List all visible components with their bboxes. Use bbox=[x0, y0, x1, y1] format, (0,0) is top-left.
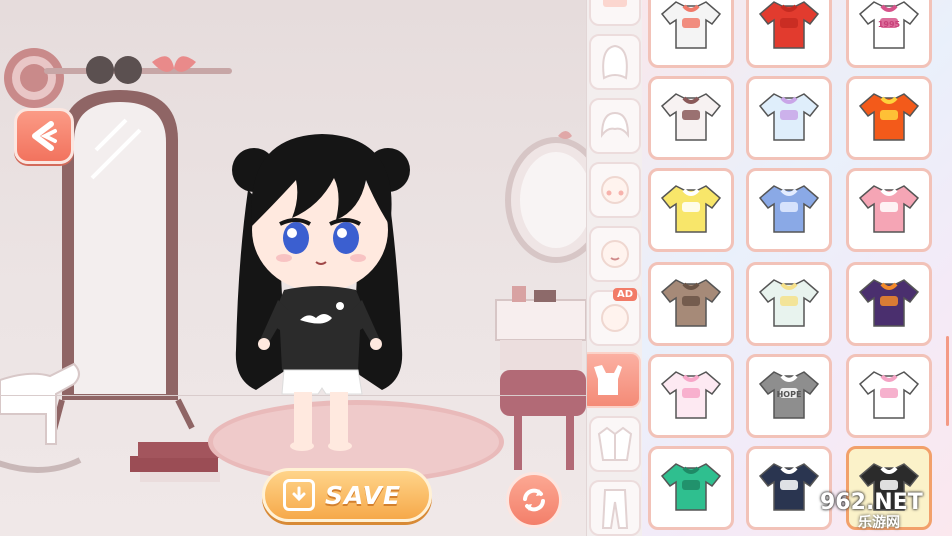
tab-jacket[interactable] bbox=[589, 416, 641, 472]
hair-back-icon bbox=[602, 44, 628, 80]
save-button[interactable]: SAVE bbox=[262, 468, 432, 522]
box-icon bbox=[603, 0, 627, 7]
jacket-pastel-icon bbox=[758, 279, 820, 327]
item-tile[interactable] bbox=[846, 354, 932, 438]
sweater-green-icon bbox=[660, 463, 722, 511]
item-tile[interactable] bbox=[746, 76, 832, 160]
item-tile[interactable] bbox=[648, 0, 734, 68]
top-pink-bow-icon bbox=[858, 185, 920, 233]
shirt-brown-icon bbox=[660, 279, 722, 327]
item-print-text: 1995 bbox=[878, 20, 901, 29]
item-tile[interactable] bbox=[648, 354, 734, 438]
item-grid-scrollbar[interactable] bbox=[946, 336, 949, 426]
sweater-gray-hope-icon: HOPE bbox=[758, 371, 820, 419]
item-tile[interactable]: 1995 bbox=[846, 0, 932, 68]
tshirt-1995-icon: 1995 bbox=[858, 1, 920, 49]
wall-clock-decor bbox=[4, 48, 64, 108]
tab-face[interactable] bbox=[589, 162, 641, 218]
item-tile[interactable] bbox=[746, 262, 832, 346]
pants-icon bbox=[601, 489, 629, 529]
tab-pants[interactable] bbox=[589, 480, 641, 536]
item-grid: 1995 HOPE bbox=[642, 0, 952, 536]
top-blue-frill-icon bbox=[758, 185, 820, 233]
item-tile[interactable] bbox=[846, 262, 932, 346]
tab-top[interactable] bbox=[587, 352, 641, 408]
hair-front-icon bbox=[600, 111, 630, 138]
top-icon bbox=[594, 365, 622, 395]
item-tile[interactable] bbox=[846, 76, 932, 160]
save-label: SAVE bbox=[325, 480, 402, 510]
top-yellow-icon bbox=[660, 185, 722, 233]
item-tile[interactable] bbox=[648, 168, 734, 252]
vanity-table-decor bbox=[495, 131, 586, 470]
watermark-subtitle: 乐游网 bbox=[858, 515, 900, 531]
item-print-text: HOPE bbox=[777, 390, 802, 399]
dressup-scene: SAVE bbox=[0, 0, 586, 536]
frilly-dress-icon bbox=[758, 93, 820, 141]
polo-red-icon bbox=[758, 1, 820, 49]
face-blush-icon bbox=[601, 176, 629, 204]
site-watermark: 962.NET 乐游网 bbox=[806, 490, 946, 532]
head-icon bbox=[601, 304, 629, 332]
item-tile[interactable] bbox=[746, 0, 832, 68]
tab-mouth[interactable] bbox=[589, 226, 641, 282]
tab-hair-back[interactable] bbox=[589, 34, 641, 90]
back-button[interactable] bbox=[14, 108, 74, 164]
tab-head[interactable]: AD bbox=[589, 288, 641, 346]
ad-badge: AD bbox=[612, 288, 637, 301]
books-decor bbox=[130, 442, 220, 482]
item-tile[interactable] bbox=[746, 168, 832, 252]
rocking-horse-decor bbox=[0, 362, 82, 473]
category-tabs: AD bbox=[586, 0, 642, 536]
tshirt-flower-icon bbox=[660, 1, 722, 49]
jacket-purple-orange-icon bbox=[858, 279, 920, 327]
item-tile[interactable] bbox=[648, 262, 734, 346]
back-arrow-icon bbox=[32, 121, 57, 151]
blouse-sailor-icon bbox=[660, 93, 722, 141]
tab-accessory[interactable] bbox=[589, 0, 641, 26]
jacket-icon bbox=[597, 426, 633, 461]
tshirt-orange-icon bbox=[858, 93, 920, 141]
face-mouth-icon bbox=[601, 240, 629, 268]
refresh-button[interactable] bbox=[506, 472, 562, 528]
save-download-icon bbox=[283, 479, 315, 511]
sweater-rainbow-icon bbox=[660, 371, 722, 419]
item-tile[interactable]: HOPE bbox=[746, 354, 832, 438]
character-avatar[interactable] bbox=[218, 130, 418, 460]
hat-rack-decor bbox=[44, 56, 232, 84]
refresh-icon bbox=[523, 488, 545, 512]
tab-hair-front[interactable] bbox=[589, 98, 641, 154]
item-tile[interactable] bbox=[846, 168, 932, 252]
item-tile[interactable] bbox=[648, 76, 734, 160]
sweater-white-pink-icon bbox=[858, 371, 920, 419]
item-tile[interactable] bbox=[648, 446, 734, 530]
